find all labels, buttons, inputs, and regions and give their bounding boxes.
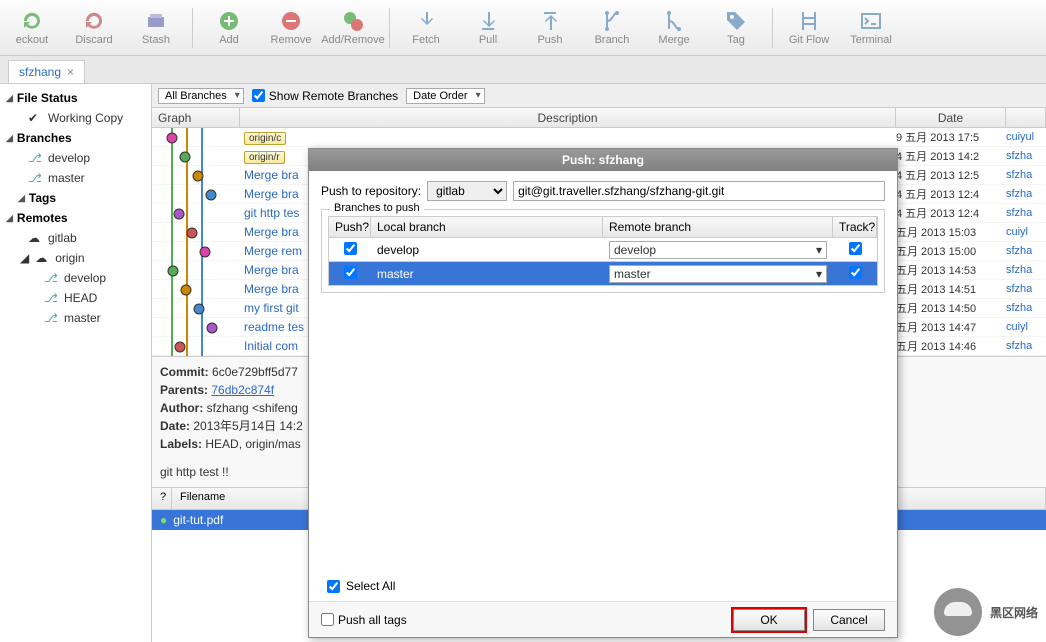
main-toolbar: eckout Discard Stash Add Remove Add/Remo… [0, 0, 1046, 56]
working-copy-item[interactable]: ✔Working Copy [0, 108, 151, 128]
branch-icon: ⎇ [44, 291, 58, 305]
watermark: 黑区网络 [934, 588, 1038, 636]
branch-icon: ⎇ [44, 271, 58, 285]
commit-row[interactable]: origin/c9 五月 2013 17:5cuiyul [152, 128, 1046, 147]
order-filter[interactable]: Date Order [406, 88, 484, 104]
remote-branch-develop[interactable]: develop▾ [609, 241, 827, 259]
stash-button[interactable]: Stash [128, 1, 184, 55]
origin-master[interactable]: ⎇master [0, 308, 151, 328]
origin-develop[interactable]: ⎇develop [0, 268, 151, 288]
select-all-checkbox[interactable]: Select All [327, 579, 395, 593]
branches-fieldset: Branches to push Push? Local branch Remo… [321, 209, 885, 293]
gitflow-button[interactable]: Git Flow [781, 1, 837, 55]
remote-url[interactable] [513, 181, 885, 201]
remote-branch-master[interactable]: master▾ [609, 265, 827, 283]
branch-master[interactable]: ⎇master [0, 168, 151, 188]
push-dialog: Push: sfzhang Push to repository: gitlab… [308, 148, 898, 638]
filter-bar: All Branches Show Remote Branches Date O… [152, 84, 1046, 108]
close-icon[interactable]: × [67, 65, 74, 79]
branch-icon: ⎇ [28, 171, 42, 185]
push-all-tags-checkbox[interactable]: Push all tags [321, 613, 407, 627]
sidebar: File Status ✔Working Copy Branches ⎇deve… [0, 84, 152, 642]
cancel-button[interactable]: Cancel [813, 609, 885, 631]
check-icon: ✔ [28, 111, 42, 125]
track-check-develop[interactable] [849, 242, 862, 255]
tags-header[interactable]: Tags [0, 188, 151, 208]
push-check-develop[interactable] [344, 242, 357, 255]
remote-origin[interactable]: ◢ ☁origin [0, 248, 151, 268]
push-check-master[interactable] [344, 266, 357, 279]
push-to-label: Push to repository: [321, 184, 421, 198]
merge-button[interactable]: Merge [646, 1, 702, 55]
branches-header[interactable]: Branches [0, 128, 151, 148]
terminal-button[interactable]: Terminal [843, 1, 899, 55]
discard-button[interactable]: Discard [66, 1, 122, 55]
branch-row-master[interactable]: master master▾ [328, 262, 878, 286]
fetch-button[interactable]: Fetch [398, 1, 454, 55]
remove-button[interactable]: Remove [263, 1, 319, 55]
remote-select[interactable]: gitlab [427, 181, 507, 201]
repo-tab[interactable]: sfzhang× [8, 60, 85, 83]
branch-filter[interactable]: All Branches [158, 88, 244, 104]
remote-icon: ☁ [35, 251, 49, 265]
push-button[interactable]: Push [522, 1, 578, 55]
pull-button[interactable]: Pull [460, 1, 516, 55]
branch-icon: ⎇ [28, 151, 42, 165]
chevron-down-icon: ▾ [816, 243, 822, 257]
remote-gitlab[interactable]: ☁gitlab [0, 228, 151, 248]
origin-head[interactable]: ⎇HEAD [0, 288, 151, 308]
chevron-down-icon: ▾ [816, 267, 822, 281]
branch-table-header: Push? Local branch Remote branch Track? [328, 216, 878, 238]
file-add-icon: ● [160, 513, 167, 527]
ok-button[interactable]: OK [733, 609, 805, 631]
branch-icon: ⎇ [44, 311, 58, 325]
branch-develop[interactable]: ⎇develop [0, 148, 151, 168]
remotes-header[interactable]: Remotes [0, 208, 151, 228]
parent-link[interactable]: 76db2c874f [211, 383, 274, 397]
checkout-button[interactable]: eckout [4, 1, 60, 55]
track-check-master[interactable] [849, 266, 862, 279]
branch-row-develop[interactable]: develop develop▾ [328, 238, 878, 262]
file-status-header[interactable]: File Status [0, 88, 151, 108]
column-headers: Graph Description Date [152, 108, 1046, 128]
addremove-button[interactable]: Add/Remove [325, 1, 381, 55]
bulb-icon [934, 588, 982, 636]
dialog-title: Push: sfzhang [309, 149, 897, 171]
tag-button[interactable]: Tag [708, 1, 764, 55]
branch-button[interactable]: Branch [584, 1, 640, 55]
add-button[interactable]: Add [201, 1, 257, 55]
show-remote-checkbox[interactable]: Show Remote Branches [252, 89, 398, 103]
tab-bar: sfzhang× [0, 56, 1046, 84]
remote-icon: ☁ [28, 231, 42, 245]
